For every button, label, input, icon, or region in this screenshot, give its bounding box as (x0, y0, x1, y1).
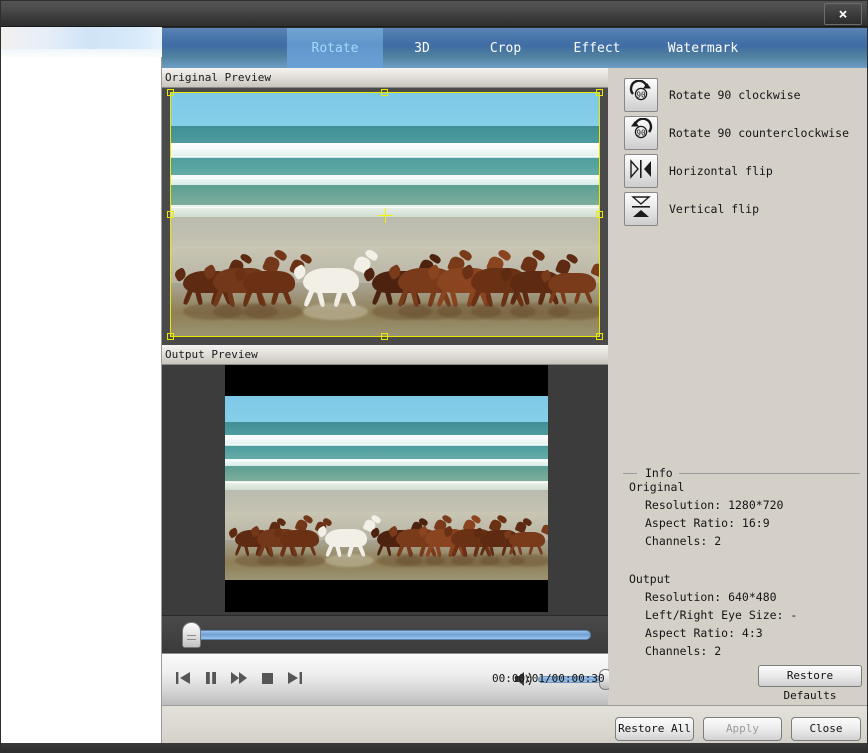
handle-bottom-left[interactable] (167, 333, 174, 340)
info-original-row-1: Aspect Ratio: 16:9 (645, 516, 770, 530)
rotate-option-label: Vertical flip (669, 202, 759, 216)
info-output-row-3: Channels: 2 (645, 644, 721, 658)
handle-middle-right[interactable] (596, 211, 603, 218)
info-original-heading: Original (629, 480, 684, 494)
group-line-left (623, 473, 637, 474)
tab-crop[interactable]: Crop (461, 28, 550, 69)
original-preview-body (162, 88, 608, 345)
title-bar: × (0, 0, 868, 27)
editor-tab-bar: Rotate3DCropEffectWatermark (162, 27, 868, 68)
seek-bar-area (162, 615, 608, 653)
previous-button[interactable] (170, 667, 196, 691)
seek-slider-track[interactable] (189, 630, 591, 640)
rotate-option-label: Rotate 90 clockwise (669, 88, 801, 102)
stop-button[interactable] (254, 667, 280, 691)
fast-forward-button[interactable] (226, 667, 252, 691)
tab-effect[interactable]: Effect (550, 28, 644, 69)
handle-top-right[interactable] (596, 89, 603, 96)
pause-icon (204, 670, 218, 689)
handle-bottom-right[interactable] (596, 333, 603, 340)
rotate-ccw-90-icon: 90 (628, 118, 654, 148)
transport-bar: 00:00:01/00:00:30 (162, 653, 608, 705)
time-display: 00:00:01/00:00:30 (492, 672, 604, 685)
vertical-flip-button[interactable] (624, 192, 658, 226)
rotate-option-1[interactable]: 90 Rotate 90 counterclockwise (624, 116, 849, 150)
horse-reflection (325, 554, 373, 567)
handle-middle-left[interactable] (167, 211, 174, 218)
handle-bottom-center[interactable] (381, 333, 388, 340)
horizontal-flip-icon (628, 158, 654, 184)
rotate-option-label: Horizontal flip (669, 164, 773, 178)
original-preview-image[interactable] (170, 92, 600, 337)
output-preview-image[interactable] (225, 396, 548, 580)
close-window-button[interactable]: × (824, 3, 862, 25)
svg-text:90: 90 (636, 128, 646, 137)
tab-watermark[interactable]: Watermark (644, 28, 762, 69)
wave-highlight (225, 438, 548, 439)
sky-layer (225, 396, 548, 422)
info-group-title: Info (641, 466, 677, 480)
info-output-row-0: Resolution: 640*480 (645, 590, 777, 604)
restore-defaults-button[interactable]: Restore Defaults (758, 665, 862, 687)
wet-sand-layer-1 (225, 490, 548, 514)
handle-top-center[interactable] (381, 89, 388, 96)
left-sidebar (0, 27, 162, 743)
info-output-row-1: Left/Right Eye Size: - (645, 608, 797, 622)
rotate-ccw-90-button[interactable]: 90 (624, 116, 658, 150)
rotate-option-2[interactable]: Horizontal flip (624, 154, 773, 188)
skip-next-icon (287, 670, 303, 689)
fast-forward-icon (230, 670, 248, 689)
output-preview-body (162, 365, 608, 615)
tab-rotate[interactable]: Rotate (287, 28, 383, 69)
crop-selection-box[interactable] (170, 92, 600, 337)
wave-highlight (225, 444, 548, 445)
sidebar-header-strip (0, 27, 162, 49)
horse (509, 532, 545, 547)
original-preview-header: Original Preview (162, 68, 608, 88)
info-output-heading: Output (629, 572, 671, 586)
rotate-option-3[interactable]: Vertical flip (624, 192, 759, 226)
handle-top-left[interactable] (167, 89, 174, 96)
output-preview-stage (225, 365, 548, 612)
info-original-row-0: Resolution: 1280*720 (645, 498, 783, 512)
skip-previous-icon (175, 670, 191, 689)
preview-column: Original Preview (162, 68, 608, 705)
wave-highlight (225, 482, 548, 483)
editor-content: Original Preview (162, 68, 868, 705)
stop-icon (261, 670, 274, 689)
next-button[interactable] (282, 667, 308, 691)
rotate-option-0[interactable]: 90 Rotate 90 clockwise (624, 78, 801, 112)
pause-button[interactable] (198, 667, 224, 691)
beach-horses-artwork-output (225, 396, 548, 580)
restore-all-button[interactable]: Restore All (615, 717, 694, 741)
video-editor-window: × Rotate3DCropEffectWatermark Original P… (0, 0, 868, 753)
window-bottom-edge (0, 743, 868, 753)
sidebar-subheader-strip (0, 49, 162, 57)
center-crosshair-icon (378, 208, 393, 223)
rotate-cw-90-icon: 90 (628, 80, 654, 110)
rotate-option-label: Rotate 90 counterclockwise (669, 126, 849, 140)
info-output-row-2: Aspect Ratio: 4:3 (645, 626, 763, 640)
horizontal-flip-button[interactable] (624, 154, 658, 188)
group-line-right (679, 473, 860, 474)
info-group-box: Info Original Resolution: 1280*720 Aspec… (623, 466, 860, 634)
horse (280, 530, 319, 547)
vertical-flip-icon (630, 194, 652, 224)
svg-text:90: 90 (636, 90, 646, 99)
output-preview-header: Output Preview (162, 345, 608, 365)
tab-3d[interactable]: 3D (383, 28, 461, 69)
horse (325, 529, 367, 547)
wave-highlight (225, 460, 548, 461)
rotate-cw-90-button[interactable]: 90 (624, 78, 658, 112)
apply-button[interactable]: Apply (703, 717, 782, 741)
rotate-options-panel: Info Original Resolution: 1280*720 Aspec… (609, 68, 868, 705)
close-button[interactable]: Close (791, 717, 861, 741)
seek-slider-thumb[interactable] (182, 622, 201, 648)
info-original-row-2: Channels: 2 (645, 534, 721, 548)
horse-reflection (509, 554, 548, 567)
